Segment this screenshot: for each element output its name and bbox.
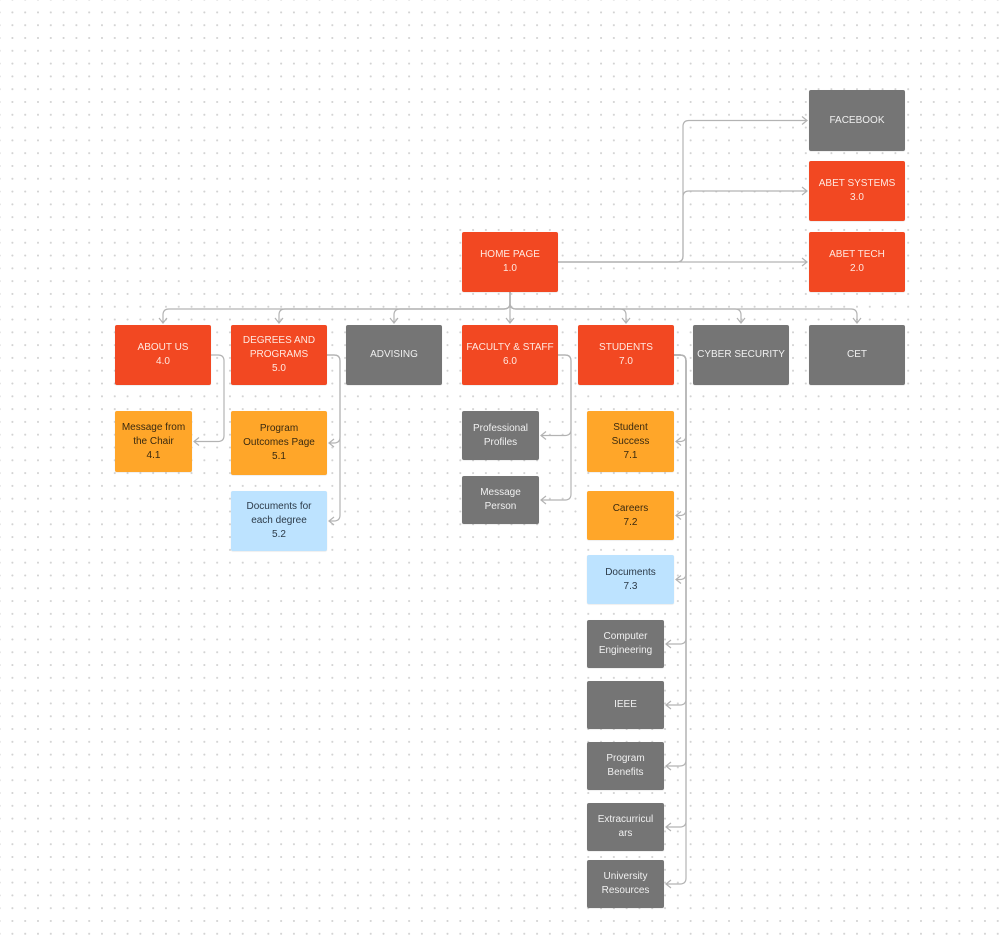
node-label: University Resources: [601, 871, 650, 896]
node-student-success[interactable]: Student Success 7.1: [587, 411, 674, 472]
connector-degrees-to-program_outcomes: [327, 354, 341, 444]
node-label: CET: [847, 349, 867, 360]
node-label: Program Outcomes Page 5.1: [243, 423, 315, 462]
node-abet-tech[interactable]: ABET TECH 2.0: [809, 232, 905, 292]
node-label: Computer Engineering: [598, 631, 653, 656]
node-ieee[interactable]: IEEE: [587, 681, 664, 729]
node-label: ADVISING: [370, 349, 418, 360]
node-label: Message from the Chair 4.1: [121, 421, 186, 461]
node-students[interactable]: STUDENTS 7.0: [578, 325, 674, 385]
node-extracurriculars[interactable]: Extracurricul ars: [587, 803, 664, 851]
node-label: FACEBOOK: [829, 114, 885, 126]
node-careers[interactable]: Careers 7.2: [587, 491, 674, 540]
node-label: Student Success 7.1: [611, 421, 650, 461]
connector-home-to-students: [509, 292, 627, 323]
node-professional-profiles[interactable]: Professional Profiles: [462, 411, 539, 460]
node-message-from-chair[interactable]: Message from the Chair 4.1: [115, 411, 192, 472]
node-computer-engineering[interactable]: Computer Engineering: [587, 620, 664, 668]
connector-home-to-cet: [509, 292, 858, 323]
node-label: Program Benefits: [606, 753, 645, 778]
node-label: ABOUT US 4.0: [137, 342, 189, 367]
diagram-canvas[interactable]: HOME PAGE 1.0 FACEBOOK ABET SYSTEMS 3.0 …: [0, 0, 1000, 940]
node-university-resources[interactable]: University Resources: [587, 860, 664, 908]
node-label: FACULTY & STAFF 6.0: [466, 342, 554, 367]
node-message-person[interactable]: Message Person: [462, 476, 539, 524]
node-label: STUDENTS 7.0: [599, 342, 653, 367]
connector-home-to-about_us: [162, 292, 511, 323]
node-label: Professional Profiles: [472, 422, 529, 448]
node-faculty-and-staff[interactable]: FACULTY & STAFF 6.0: [462, 325, 558, 385]
node-degrees-and-programs[interactable]: DEGREES AND PROGRAMS 5.0: [231, 325, 327, 385]
connector-students-to-documents_students: [674, 354, 687, 581]
node-documents-for-each-degree[interactable]: Documents for each degree 5.2: [231, 491, 327, 551]
node-label: ABET SYSTEMS 3.0: [818, 178, 896, 203]
node-label: ABET TECH 2.0: [829, 249, 885, 274]
node-abet-systems[interactable]: ABET SYSTEMS 3.0: [809, 161, 905, 221]
node-label: Documents for each degree 5.2: [246, 501, 312, 540]
node-facebook[interactable]: FACEBOOK: [809, 90, 905, 151]
node-label: CYBER SECURITY: [697, 349, 785, 360]
node-about-us[interactable]: ABOUT US 4.0: [115, 325, 211, 385]
connector-home-to-advising: [393, 292, 511, 323]
node-home-page[interactable]: HOME PAGE 1.0: [462, 232, 558, 292]
node-label: IEEE: [614, 699, 637, 710]
node-advising[interactable]: ADVISING: [346, 325, 442, 385]
node-cyber-security[interactable]: CYBER SECURITY: [693, 325, 789, 385]
node-label: Extracurricul ars: [597, 814, 654, 839]
node-cet[interactable]: CET: [809, 325, 905, 385]
node-program-benefits[interactable]: Program Benefits: [587, 742, 664, 790]
connector-students-to-student_success: [674, 354, 687, 443]
node-program-outcomes[interactable]: Program Outcomes Page 5.1: [231, 411, 327, 475]
node-label: HOME PAGE 1.0: [480, 249, 540, 274]
connector-home-to-abet_systems: [558, 190, 807, 263]
node-label: Documents 7.3: [605, 566, 656, 592]
node-label: DEGREES AND PROGRAMS 5.0: [242, 335, 316, 374]
node-label: Message Person: [480, 487, 521, 512]
connector-degrees-to-documents_degree: [327, 354, 341, 522]
connector-students-to-careers: [674, 354, 687, 517]
node-documents-students[interactable]: Documents 7.3: [587, 555, 674, 604]
node-label: Careers 7.2: [612, 502, 649, 528]
